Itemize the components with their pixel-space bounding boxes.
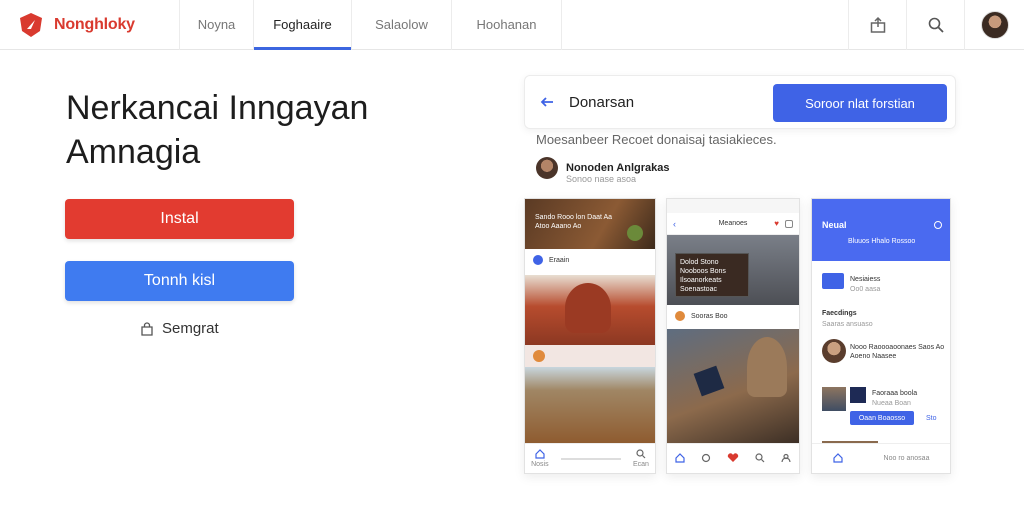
top-nav: Nonghloky Noyna Foghaaire Salaolow Hooha… — [0, 0, 1024, 50]
bottom-tab-bar: Noo ro anosaa — [812, 443, 950, 473]
secondary-link[interactable]: Semgrat — [140, 320, 219, 337]
bottom-tab-bar: Nosis Ecan — [525, 443, 655, 473]
list-item-2-sub: Nueaa Boan — [872, 400, 911, 407]
list-thumbnail — [822, 387, 846, 411]
figure-shape — [565, 283, 611, 333]
panel-title: Donarsan — [569, 93, 635, 111]
status-bar — [667, 199, 799, 213]
search-icon — [928, 17, 944, 33]
share-button[interactable] — [848, 0, 906, 50]
secondary-link-label: Semgrat — [162, 320, 219, 337]
caption-icon — [533, 350, 545, 362]
tab-search[interactable]: Ecan — [633, 449, 649, 468]
feed-row[interactable]: Eraain — [533, 255, 569, 265]
arrow-left-icon — [540, 97, 553, 107]
back-button[interactable] — [525, 94, 569, 110]
article-header: ‹ Meanoes ♥ — [667, 213, 799, 235]
card-title: Nesiaiess — [850, 276, 881, 283]
header-image-text: Sando Rooo lon Daat Aa Atoo Aaano Ao — [535, 214, 613, 230]
brand-logo[interactable]: Nonghloky — [0, 0, 180, 50]
header-image: Sando Rooo lon Daat Aa Atoo Aaano Ao — [525, 199, 655, 249]
tab-label: Nosis — [531, 461, 549, 468]
tab-messages[interactable] — [701, 453, 711, 465]
tab-home[interactable]: Nosis — [531, 449, 549, 468]
donation-header-card: Donarsan Soroor nlat forstian — [524, 75, 956, 129]
tab-home[interactable] — [675, 452, 685, 465]
heart-icon[interactable]: ♥ — [774, 219, 779, 228]
search-icon[interactable] — [934, 221, 942, 229]
user-icon — [781, 453, 791, 462]
section-title: Faecdings — [822, 310, 857, 317]
shield-logo-icon — [20, 12, 42, 37]
tab-search[interactable] — [755, 452, 765, 465]
tab-hoohanan[interactable]: Hoohanan — [452, 0, 562, 50]
decorative-plant — [627, 225, 643, 241]
phone-mockup-feed: Sando Rooo lon Daat Aa Atoo Aaano Ao Era… — [524, 198, 656, 474]
list-item-text[interactable]: Nooo Raoooaoonaes Saos Ao Aoeno Naasee — [850, 343, 946, 361]
install-button[interactable]: Instal — [65, 199, 294, 239]
chevron-left-icon[interactable]: ‹ — [673, 219, 676, 229]
dashboard-subtitle: Bluuos Hhalo Rossoo — [848, 238, 916, 245]
dot-icon — [533, 255, 543, 265]
panel-subline: Moesanbeer Recoet donaisaj tasiakieces. — [536, 132, 777, 147]
chip-value: Sto — [926, 415, 937, 422]
section-subtitle: Saaras ansuaso — [822, 321, 873, 328]
author-avatar — [536, 157, 558, 179]
tab-footer-label: Noo ro anosaa — [883, 455, 930, 462]
tab-salaolow[interactable]: Salaolow — [352, 0, 452, 50]
tablet-shape — [693, 365, 725, 397]
caption-bar — [525, 345, 655, 367]
author-name: Nonoden Anlgrakas — [566, 162, 670, 174]
photo-street — [525, 367, 655, 445]
tab-bar-line — [560, 457, 621, 460]
tab-foghaaire[interactable]: Foghaaire — [254, 0, 352, 50]
figure-shape — [747, 337, 787, 397]
dot-icon — [675, 311, 685, 321]
tab-noyna[interactable]: Noyna — [180, 0, 254, 50]
page-title: Nerkancai Inngayan Amnagia — [66, 89, 369, 171]
article-header-title: Meanoes — [718, 220, 748, 227]
tab-profile[interactable] — [781, 453, 791, 465]
home-icon — [832, 452, 843, 463]
avatar — [980, 10, 1009, 39]
author-meta: Sonoo nase asoa — [566, 174, 637, 184]
article-image-text: Dolod Stono Nooboos Bons Ilsoanorkeats S… — [680, 259, 726, 293]
heart-icon — [727, 452, 739, 462]
article-row-label: Sooras Boo — [691, 312, 728, 320]
list-avatar — [822, 339, 846, 363]
photo-group-meeting — [667, 329, 799, 445]
photo-woman-praying — [525, 275, 655, 345]
card-subtitle: Oo0 aasa — [850, 286, 881, 293]
article-row[interactable]: Sooras Boo — [675, 311, 728, 321]
card-icon — [822, 273, 844, 289]
chat-icon — [701, 453, 711, 462]
search-icon — [636, 449, 646, 459]
tab-home[interactable] — [832, 452, 843, 465]
phone-mockup-dashboard: Neual Bluuos Hhalo Rossoo Nesiaiess Oo0 … — [811, 198, 951, 474]
bottom-tab-bar — [667, 443, 799, 473]
tab-donate[interactable] — [727, 452, 739, 465]
bag-icon — [141, 321, 153, 336]
search-button[interactable] — [906, 0, 964, 50]
dashboard-title: Neual — [822, 220, 847, 230]
home-icon — [675, 452, 685, 463]
article-image-card: Dolod Stono Nooboos Bons Ilsoanorkeats S… — [675, 253, 749, 297]
phone-mockup-article: ‹ Meanoes ♥ Dolod Stono Nooboos Bons Ils… — [666, 198, 800, 474]
tab-label: Ecan — [632, 461, 649, 468]
feed-row-label: Eraain — [549, 256, 570, 264]
list-thumbnail-2 — [850, 387, 866, 403]
nav-actions — [848, 0, 1024, 50]
article-image: Dolod Stono Nooboos Bons Ilsoanorkeats S… — [667, 235, 799, 305]
brand-name: Nonghloky — [54, 15, 135, 33]
search-icon — [755, 452, 765, 462]
dashboard-header: Neual Bluuos Hhalo Rossoo — [812, 199, 950, 261]
home-icon — [535, 449, 545, 459]
share-icon — [870, 16, 885, 33]
donate-chip-button[interactable]: Oaan Boaosso — [850, 411, 914, 425]
user-avatar-button[interactable] — [964, 0, 1024, 50]
list-item-2-text[interactable]: Faoraaa boola — [872, 389, 917, 398]
panel-action-button[interactable]: Soroor nlat forstian — [773, 84, 947, 122]
secondary-button[interactable]: Tonnh kisl — [65, 261, 294, 301]
bookmark-icon[interactable] — [785, 219, 793, 228]
